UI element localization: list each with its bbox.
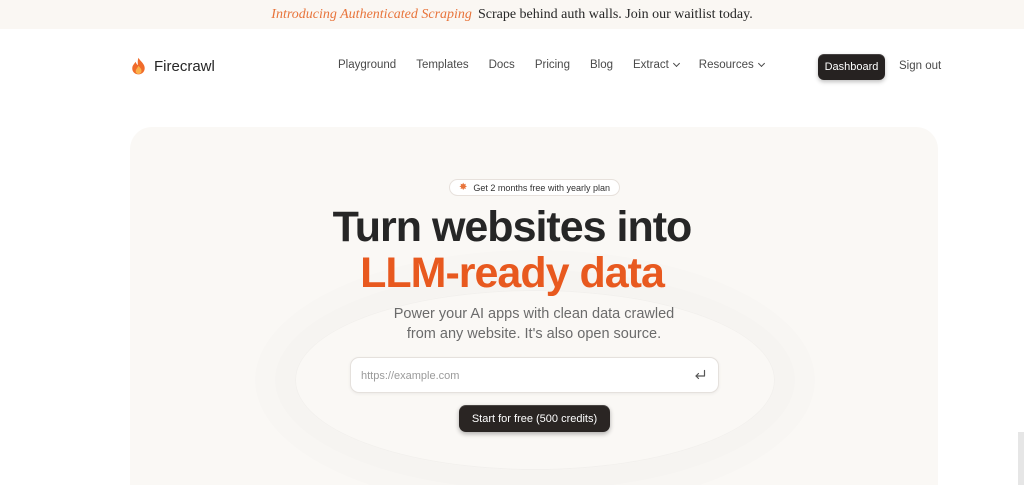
nav-link-label: Extract [633,59,669,71]
nav-link-extract[interactable]: Extract [633,59,680,71]
announcement-bar[interactable]: Introducing Authenticated Scraping Scrap… [0,0,1024,29]
hero-subtitle: Power your AI apps with clean data crawl… [0,304,1024,344]
chevron-down-icon [757,59,765,68]
scrollbar-thumb[interactable] [1018,432,1024,485]
enter-icon[interactable] [692,367,708,383]
url-input-container[interactable] [350,357,719,393]
nav-link-templates[interactable]: Templates [416,59,468,71]
sign-out-link[interactable]: Sign out [899,60,941,72]
flame-icon [132,57,145,75]
hero-subtitle-line2: from any website. It's also open source. [406,326,662,342]
nav-link-docs[interactable]: Docs [489,59,515,71]
hero-subtitle-line1: Power your AI apps with clean data crawl… [393,306,675,322]
nav-link-pricing[interactable]: Pricing [535,59,570,71]
nav-links: Playground Templates Docs Pricing Blog E… [338,59,765,71]
hero-title-line1: Turn websites into [332,203,693,251]
url-input[interactable] [361,367,681,385]
nav-link-label: Templates [416,59,469,71]
promo-badge-text: Get 2 months free with yearly plan [473,182,610,193]
dashboard-button[interactable]: Dashboard [818,54,885,80]
top-nav: Firecrawl Playground Templates Docs Pric… [0,29,1024,105]
nav-link-label: Docs [488,59,515,71]
nav-link-label: Resources [698,59,754,71]
nav-link-label: Playground [338,59,397,71]
nav-link-resources[interactable]: Resources [698,59,765,71]
nav-link-label: Pricing [534,59,570,71]
hero-title-line2: LLM-ready data [360,249,665,297]
nav-link-blog[interactable]: Blog [590,59,613,71]
start-for-free-button[interactable]: Start for free (500 credits) [459,405,610,432]
brand-name: Firecrawl [154,57,215,75]
announcement-text: Scrape behind auth walls. Join our waitl… [477,6,753,22]
announcement-highlight[interactable]: Introducing Authenticated Scraping [271,7,472,23]
chevron-down-icon [672,59,680,68]
nav-link-label: Blog [589,59,613,71]
sparkle-icon: ✸ [459,181,468,193]
brand-logo[interactable]: Firecrawl [131,57,215,75]
promo-badge[interactable]: ✸ Get 2 months free with yearly plan [449,179,620,196]
nav-link-playground[interactable]: Playground [338,59,396,71]
